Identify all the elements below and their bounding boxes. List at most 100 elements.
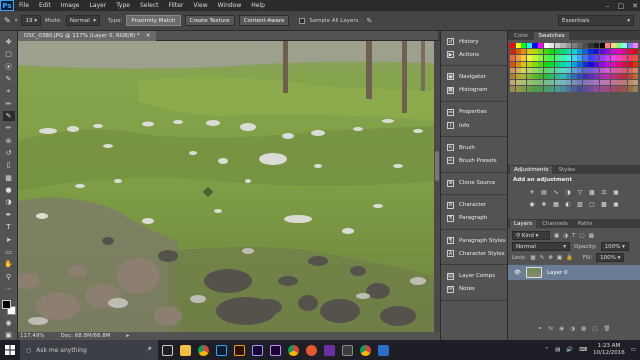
- new-group-icon[interactable]: ▦: [581, 326, 586, 336]
- windows-start-icon[interactable]: [0, 340, 20, 360]
- history-brush-tool-icon[interactable]: ↺: [3, 148, 15, 158]
- language-icon[interactable]: ⌨: [579, 347, 587, 353]
- swatch[interactable]: [526, 86, 532, 92]
- swatch[interactable]: [538, 55, 544, 61]
- swatch[interactable]: [526, 49, 532, 55]
- network-icon[interactable]: ▤: [555, 347, 560, 353]
- color-balance-icon[interactable]: ⚖: [600, 188, 608, 196]
- clone-stamp-tool-icon[interactable]: ⊛: [3, 136, 15, 146]
- workspace-select[interactable]: Essentials ▾: [558, 15, 634, 26]
- swatch[interactable]: [515, 55, 521, 61]
- swatch[interactable]: [543, 49, 549, 55]
- swatch[interactable]: [633, 74, 639, 80]
- tab-paths[interactable]: Paths: [574, 220, 597, 228]
- lock-paint-icon[interactable]: ✎: [540, 255, 545, 261]
- file-explorer-icon[interactable]: [176, 340, 194, 360]
- tab-swatches[interactable]: Swatches: [534, 32, 569, 40]
- swatch[interactable]: [549, 80, 555, 86]
- document-tab[interactable]: DSC_0380.JPG @ 117% (Layer 0, RGB/8) * ✕: [18, 30, 157, 41]
- swatch[interactable]: [594, 74, 600, 80]
- swatch[interactable]: [582, 74, 588, 80]
- crop-tool-icon[interactable]: ⌖: [3, 86, 15, 96]
- panel-actions[interactable]: ▶ Actions: [441, 48, 507, 61]
- swatch[interactable]: [577, 86, 583, 92]
- swatch[interactable]: [549, 43, 555, 49]
- tab-adjustments[interactable]: Adjustments: [510, 166, 553, 174]
- swatch[interactable]: [588, 49, 594, 55]
- swatch[interactable]: [549, 61, 555, 67]
- swatch[interactable]: [610, 49, 616, 55]
- lock-artboard-icon[interactable]: ▣: [557, 255, 562, 261]
- foreground-color-swatch[interactable]: [1, 300, 11, 310]
- menu-view[interactable]: View: [188, 0, 212, 11]
- lock-position-icon[interactable]: ✥: [548, 255, 553, 261]
- app-icon[interactable]: [338, 340, 356, 360]
- swatch[interactable]: [566, 74, 572, 80]
- swatch[interactable]: [616, 49, 622, 55]
- swatch[interactable]: [560, 61, 566, 67]
- invert-icon[interactable]: ◐: [564, 200, 572, 208]
- opacity-input[interactable]: 100% ▾: [600, 242, 629, 251]
- move-tool-icon[interactable]: ✥: [3, 37, 15, 47]
- panel-brush-presets[interactable]: ✏ Brush Presets: [441, 154, 507, 167]
- path-select-tool-icon[interactable]: ➤: [3, 235, 15, 245]
- chrome-window-icon[interactable]: [284, 340, 302, 360]
- swatch[interactable]: [610, 61, 616, 67]
- screen-mode-icon[interactable]: ▣: [3, 330, 15, 340]
- tab-styles[interactable]: Styles: [554, 166, 579, 174]
- swatch[interactable]: [510, 61, 516, 67]
- panel-info[interactable]: i Info: [441, 119, 507, 132]
- swatch[interactable]: [577, 67, 583, 73]
- brightness-icon[interactable]: ☀: [528, 188, 536, 196]
- swatch[interactable]: [543, 74, 549, 80]
- dodge-tool-icon[interactable]: ◑: [3, 198, 15, 208]
- tab-color[interactable]: Color: [510, 32, 532, 40]
- panel-clone-source[interactable]: ⊛ Clone Source: [441, 177, 507, 190]
- status-arrow-icon[interactable]: ▸: [127, 333, 130, 339]
- swatch[interactable]: [622, 80, 628, 86]
- swatch[interactable]: [577, 43, 583, 49]
- fx-icon[interactable]: fx: [548, 326, 553, 336]
- swatch[interactable]: [627, 80, 633, 86]
- swatch[interactable]: [566, 80, 572, 86]
- swatch[interactable]: [515, 74, 521, 80]
- swatch[interactable]: [588, 80, 594, 86]
- swatch[interactable]: [582, 80, 588, 86]
- add-mask-icon[interactable]: ◉: [559, 326, 564, 336]
- swatch[interactable]: [571, 49, 577, 55]
- swatch[interactable]: [610, 43, 616, 49]
- swatch[interactable]: [594, 49, 600, 55]
- swatch[interactable]: [538, 43, 544, 49]
- link-layers-icon[interactable]: ⚭: [538, 326, 543, 336]
- swatch[interactable]: [510, 80, 516, 86]
- swatch[interactable]: [588, 43, 594, 49]
- swatch[interactable]: [577, 61, 583, 67]
- chrome-extra-icon[interactable]: [356, 340, 374, 360]
- more-tools-icon[interactable]: ⋯: [3, 284, 15, 294]
- menu-type[interactable]: Type: [111, 0, 135, 11]
- swatch[interactable]: [532, 86, 538, 92]
- swatch[interactable]: [616, 61, 622, 67]
- swatch[interactable]: [543, 86, 549, 92]
- panel-properties[interactable]: ☰ Properties: [441, 106, 507, 119]
- swatch[interactable]: [610, 86, 616, 92]
- swatch[interactable]: [594, 86, 600, 92]
- swatch[interactable]: [543, 61, 549, 67]
- fill-input[interactable]: 100% ▾: [596, 253, 625, 262]
- swatch[interactable]: [599, 55, 605, 61]
- menu-file[interactable]: File: [14, 0, 34, 11]
- channel-mixer-icon[interactable]: ❖: [540, 200, 548, 208]
- swatch[interactable]: [554, 74, 560, 80]
- swatch[interactable]: [515, 61, 521, 67]
- swatch[interactable]: [627, 67, 633, 73]
- minimize-icon[interactable]: –: [606, 2, 610, 10]
- panel-navigator[interactable]: ▣ Navigator: [441, 70, 507, 83]
- posterize-icon[interactable]: ▧: [576, 200, 584, 208]
- filter-adjust-icon[interactable]: ◑: [563, 233, 568, 239]
- swatch[interactable]: [566, 55, 572, 61]
- swatch[interactable]: [521, 74, 527, 80]
- swatch[interactable]: [560, 74, 566, 80]
- swatch[interactable]: [521, 61, 527, 67]
- swatch[interactable]: [571, 86, 577, 92]
- swatch[interactable]: [582, 61, 588, 67]
